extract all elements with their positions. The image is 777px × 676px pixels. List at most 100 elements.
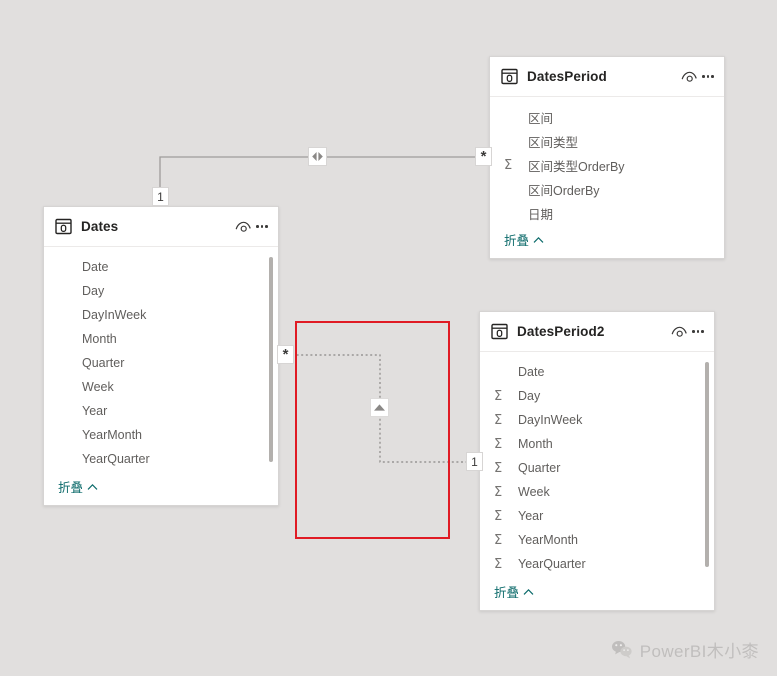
- field-row[interactable]: YearMonth: [44, 423, 278, 447]
- field-row[interactable]: Σ Day: [480, 384, 714, 408]
- table-card-dates[interactable]: Dates Date Day DayInWeek Month Quarter W…: [43, 206, 279, 506]
- measure-sigma-icon: Σ: [494, 532, 503, 548]
- eye-glyph: [235, 221, 251, 232]
- measure-sigma-icon: Σ: [494, 508, 503, 524]
- field-name: Year: [82, 404, 108, 418]
- field-row[interactable]: YearQuarter: [44, 447, 278, 471]
- table-card-datesperiod[interactable]: DatesPeriod 区间 区间类型 Σ 区间类型OrderBy 区间Orde…: [489, 56, 725, 259]
- field-name: 区间类型: [528, 135, 579, 150]
- measure-sigma-icon: Σ: [494, 412, 503, 428]
- field-row[interactable]: Year: [44, 399, 278, 423]
- field-name: YearMonth: [82, 428, 142, 442]
- field-name: 日期: [528, 207, 554, 222]
- field-list-scrollbar[interactable]: [269, 257, 273, 462]
- dot: [260, 225, 264, 228]
- field-row[interactable]: Σ 区间类型OrderBy: [490, 153, 724, 177]
- more-options-icon[interactable]: [701, 67, 715, 87]
- hide-eye-icon[interactable]: [233, 217, 253, 237]
- dot: [696, 330, 700, 333]
- table-card-datesperiod2[interactable]: DatesPeriod2 Date Σ Day Σ DayInWeek Σ Mo…: [479, 311, 715, 611]
- chevron-up-icon: [533, 236, 544, 243]
- table-field-list[interactable]: 区间 区间类型 Σ 区间类型OrderBy 区间OrderBy 日期: [490, 97, 724, 225]
- table-card-header[interactable]: DatesPeriod: [490, 57, 724, 97]
- field-row[interactable]: DayInWeek: [44, 303, 278, 327]
- table-icon: [491, 323, 508, 340]
- field-row[interactable]: Week: [44, 375, 278, 399]
- dot: [702, 75, 705, 78]
- measure-sigma-icon: Σ: [494, 556, 503, 572]
- wechat-icon: [611, 641, 632, 659]
- field-name: Week: [82, 380, 114, 394]
- up-arrow-glyph: [374, 404, 385, 411]
- bidirectional-arrow-glyph: [312, 152, 323, 161]
- eye-glyph: [671, 326, 687, 337]
- field-row[interactable]: 区间OrderBy: [490, 177, 724, 201]
- table-card-footer: 折叠: [480, 577, 714, 610]
- collapse-button[interactable]: 折叠: [494, 582, 534, 601]
- cardinality-badge-one-dates[interactable]: 1: [152, 187, 169, 206]
- model-canvas[interactable]: 1 * * 1 DatesPeriod 区间 区间类型 Σ 区间类型OrderB…: [0, 0, 777, 676]
- field-row[interactable]: 日期: [490, 201, 724, 225]
- field-row[interactable]: Σ Month: [480, 432, 714, 456]
- table-card-header[interactable]: Dates: [44, 207, 278, 247]
- selection-highlight-rect: [295, 321, 450, 539]
- field-name: Month: [82, 332, 117, 346]
- dot: [701, 330, 704, 333]
- measure-sigma-icon: Σ: [494, 460, 503, 476]
- bidirectional-arrow-icon[interactable]: [308, 147, 327, 166]
- field-row[interactable]: Quarter: [44, 351, 278, 375]
- more-options-icon[interactable]: [691, 322, 705, 342]
- watermark: PowerBI木小桼: [611, 637, 759, 662]
- field-row[interactable]: 区间类型: [490, 129, 724, 153]
- measure-sigma-icon: Σ: [494, 388, 503, 404]
- table-title: Dates: [81, 219, 119, 234]
- field-row[interactable]: 区间: [490, 105, 724, 129]
- table-icon: [55, 218, 72, 235]
- more-options-icon[interactable]: [255, 217, 269, 237]
- hide-eye-icon[interactable]: [679, 67, 699, 87]
- collapse-button[interactable]: 折叠: [58, 477, 98, 496]
- dot: [256, 225, 259, 228]
- field-row[interactable]: Day: [44, 279, 278, 303]
- table-icon: [501, 68, 518, 85]
- table-field-list[interactable]: Date Σ Day Σ DayInWeek Σ Month Σ Quarter…: [480, 352, 714, 577]
- field-name: Year: [518, 509, 544, 523]
- field-name: YearQuarter: [518, 557, 586, 571]
- dot: [706, 75, 710, 78]
- field-name: Date: [82, 260, 109, 274]
- field-row[interactable]: Σ YearMonth: [480, 528, 714, 552]
- hide-eye-icon[interactable]: [669, 322, 689, 342]
- field-row[interactable]: Date: [44, 255, 278, 279]
- table-title: DatesPeriod: [527, 69, 607, 84]
- field-row[interactable]: Σ DayInWeek: [480, 408, 714, 432]
- cardinality-badge-many-dates[interactable]: *: [277, 345, 294, 364]
- measure-sigma-icon: Σ: [504, 157, 513, 173]
- cardinality-badge-one-datesperiod2[interactable]: 1: [466, 452, 483, 471]
- field-row[interactable]: Σ YearQuarter: [480, 552, 714, 576]
- field-list-scrollbar[interactable]: [705, 362, 709, 567]
- field-name: Day: [82, 284, 105, 298]
- dot: [711, 75, 714, 78]
- field-name: 区间类型OrderBy: [528, 159, 625, 174]
- collapse-label: 折叠: [504, 234, 530, 248]
- cardinality-badge-many-datesperiod[interactable]: *: [475, 147, 492, 166]
- field-name: YearQuarter: [82, 452, 150, 466]
- field-name: Quarter: [82, 356, 125, 370]
- field-row[interactable]: Month: [44, 327, 278, 351]
- watermark-text: PowerBI木小桼: [639, 642, 759, 661]
- field-row[interactable]: Σ Year: [480, 504, 714, 528]
- field-row[interactable]: Σ Week: [480, 480, 714, 504]
- collapse-label: 折叠: [494, 586, 520, 600]
- table-card-header[interactable]: DatesPeriod2: [480, 312, 714, 352]
- measure-sigma-icon: Σ: [494, 436, 503, 452]
- table-field-list[interactable]: Date Day DayInWeek Month Quarter Week Ye…: [44, 247, 278, 472]
- chevron-up-icon: [523, 588, 534, 595]
- collapse-button[interactable]: 折叠: [504, 230, 544, 249]
- dot: [265, 225, 268, 228]
- field-row[interactable]: Σ Quarter: [480, 456, 714, 480]
- table-title: DatesPeriod2: [517, 324, 605, 339]
- field-row[interactable]: Date: [480, 360, 714, 384]
- up-arrow-icon[interactable]: [370, 398, 389, 417]
- dot: [692, 330, 695, 333]
- field-name: DayInWeek: [82, 308, 147, 322]
